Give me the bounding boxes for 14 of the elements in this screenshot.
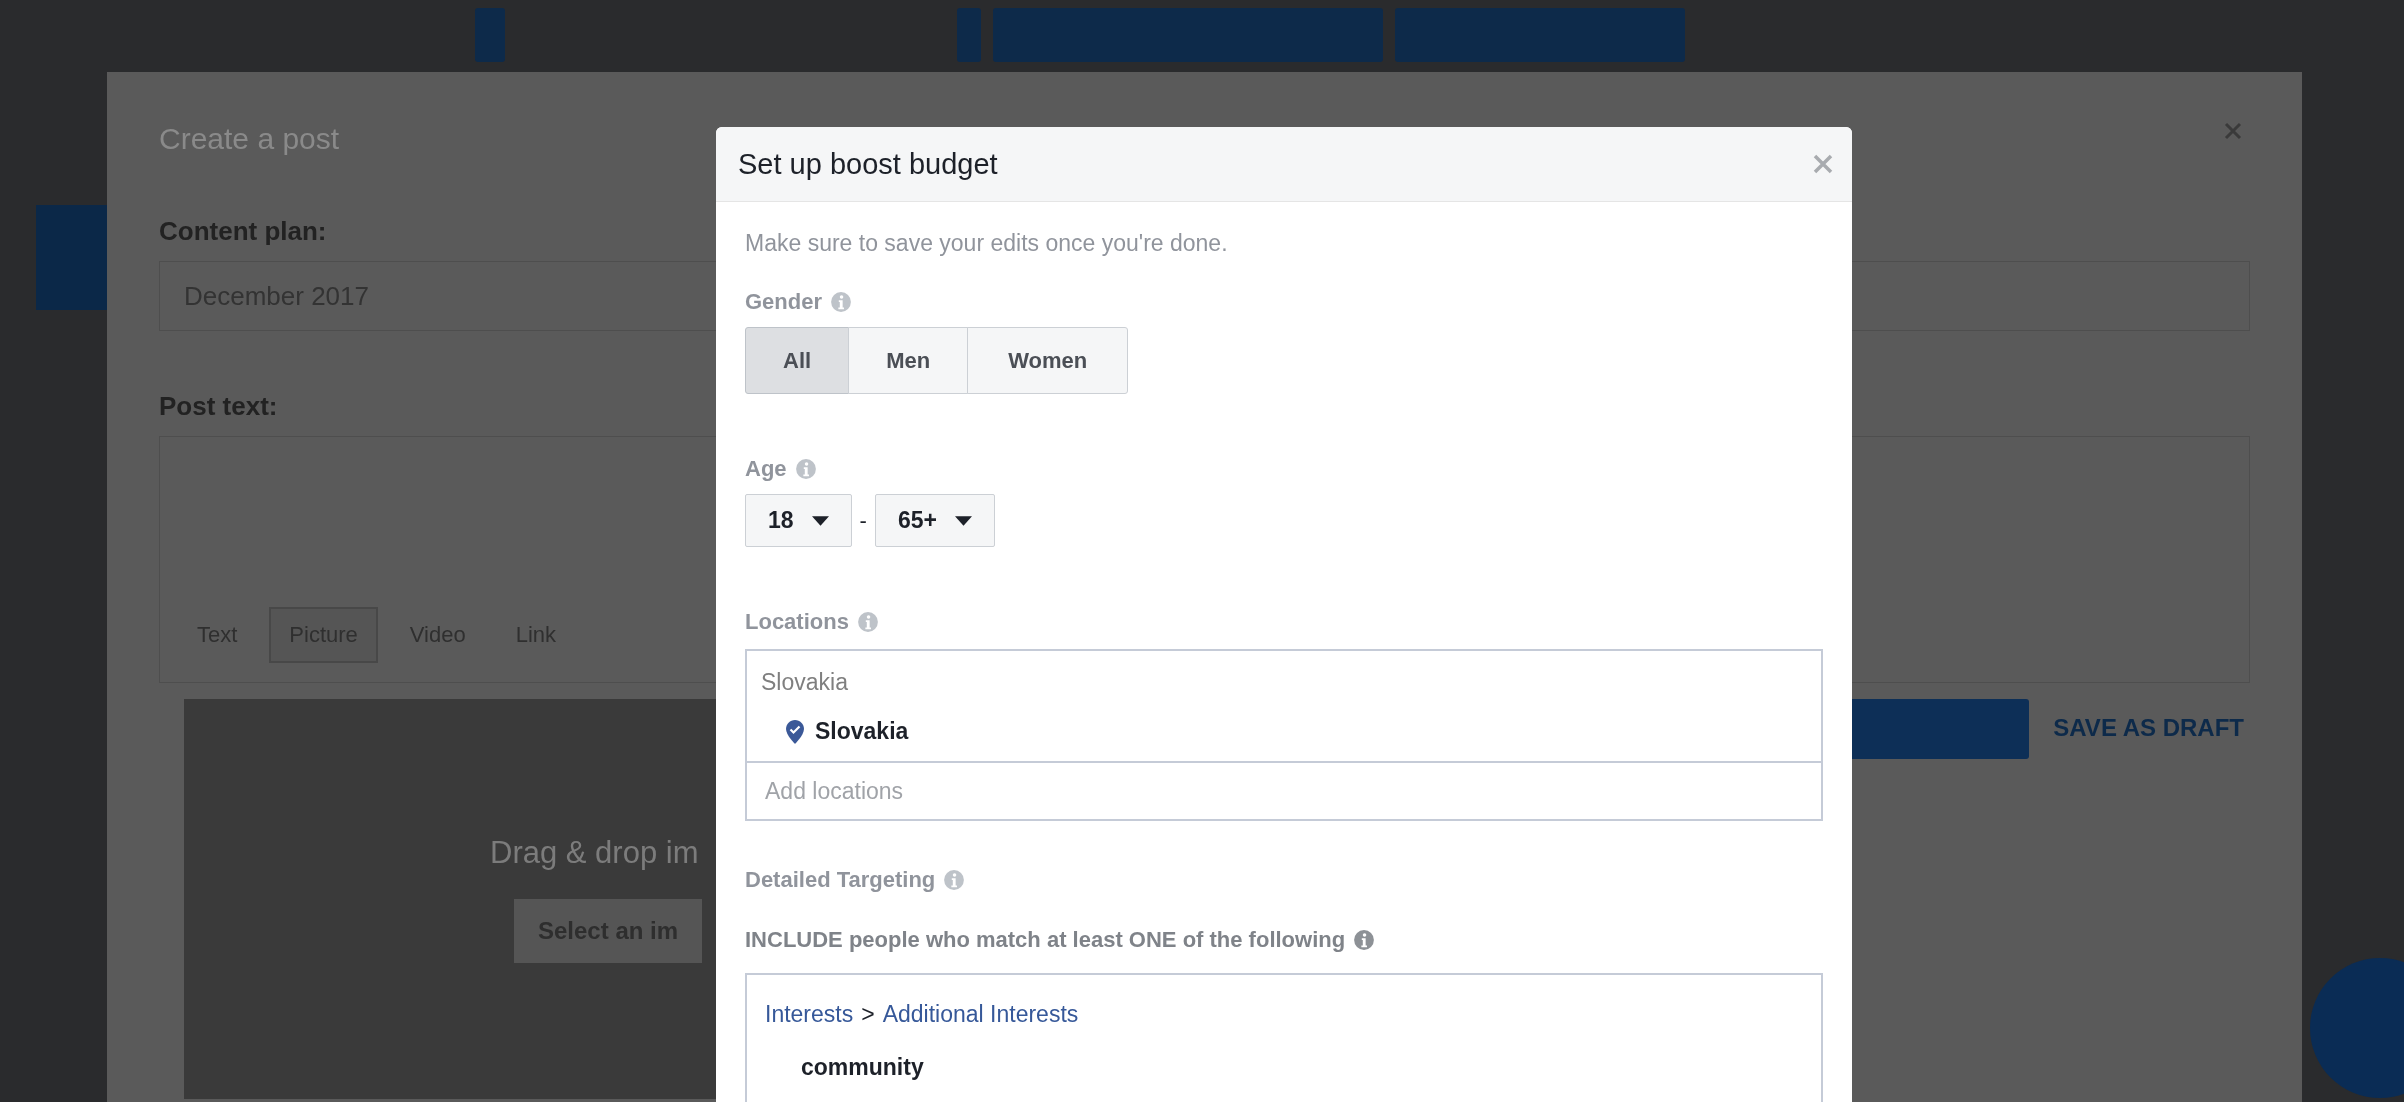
interest-item: community [801,1054,925,1081]
field-label: Post text: [159,391,278,422]
gender-label: Gender [745,289,823,315]
dialog-title: Set up boost budget [738,147,998,181]
path-separator: > [861,1001,875,1028]
location-item: Slovakia [815,718,909,745]
note-text: Make sure to save your edits once you're done. [745,230,1229,257]
age-separator: - [859,507,867,534]
location-search-text: Slovakia [761,669,849,696]
field-label: Content plan: [159,216,327,247]
age-label: Age [745,456,787,482]
locations-label: Locations [745,609,849,635]
detailed-targeting-label: Detailed Targeting [745,867,936,893]
drop-text: Drag & drop im [490,835,699,871]
